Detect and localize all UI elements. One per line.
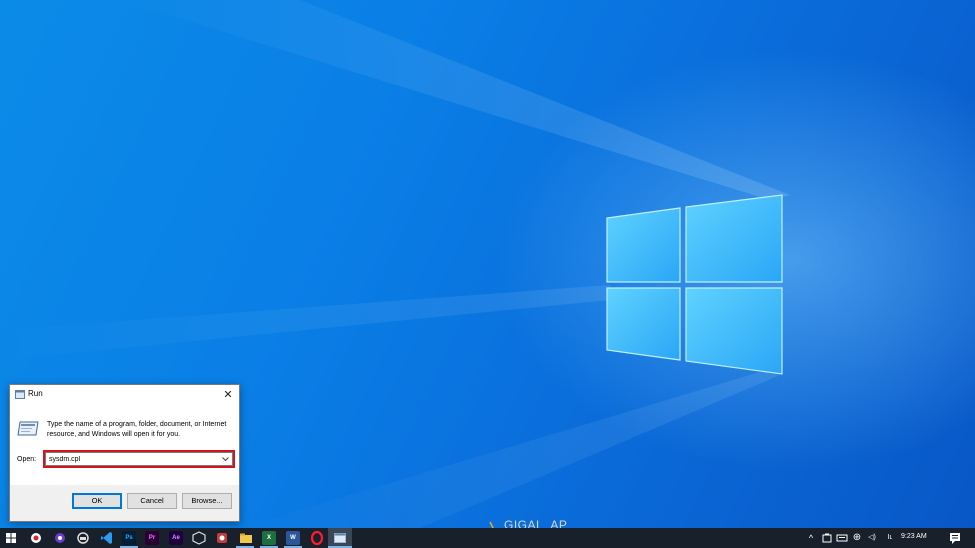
run-dialog-title: Run: [28, 389, 43, 398]
run-app-icon: [15, 390, 25, 399]
network-globe-icon[interactable]: ⊕: [849, 530, 865, 546]
notification-center-icon[interactable]: [947, 530, 963, 546]
chevron-up-icon[interactable]: ^: [803, 530, 819, 546]
excel-icon[interactable]: X: [262, 531, 276, 545]
word-icon[interactable]: W: [286, 531, 300, 545]
run-app-icon: [334, 533, 346, 543]
cancel-button[interactable]: Cancel: [127, 493, 177, 509]
record-app-icon[interactable]: [28, 530, 44, 546]
run-dialog-titlebar[interactable]: Run ✕: [10, 385, 239, 405]
run-taskbar-button[interactable]: [328, 528, 352, 548]
run-dialog: Run ✕ Type the name of a program, folder…: [9, 384, 240, 522]
close-icon[interactable]: ✕: [217, 385, 239, 405]
opera-icon[interactable]: [309, 530, 325, 546]
paint-app-icon[interactable]: [214, 530, 230, 546]
ok-button[interactable]: OK: [72, 493, 122, 509]
battery-icon[interactable]: [819, 530, 835, 546]
red-highlight-box: [43, 450, 235, 468]
run-program-icon: [17, 421, 39, 436]
run-dialog-body: Type the name of a program, folder, docu…: [10, 405, 239, 485]
box-app-icon[interactable]: [191, 530, 207, 546]
windows-logo-graphic: [606, 194, 783, 375]
file-explorer-icon[interactable]: [238, 530, 254, 546]
taskbar: Ps Pr Ae X W ^ ⊕ ◁) Iʟ 9:23 AM: [0, 528, 975, 548]
photoshop-icon[interactable]: Ps: [122, 531, 136, 545]
volume-icon[interactable]: ◁): [864, 530, 880, 546]
cloud-app-icon[interactable]: [75, 530, 91, 546]
open-label: Open:: [17, 456, 37, 463]
input-method-indicator[interactable]: Iʟ: [882, 530, 898, 546]
premiere-icon[interactable]: Pr: [145, 531, 159, 545]
browse-button[interactable]: Browse...: [182, 493, 232, 509]
media-app-icon[interactable]: [52, 530, 68, 546]
vscode-icon[interactable]: [98, 530, 114, 546]
run-description: Type the name of a program, folder, docu…: [47, 421, 227, 438]
keyboard-icon[interactable]: [834, 530, 850, 546]
start-windows-icon[interactable]: [3, 530, 19, 546]
taskbar-clock[interactable]: 9:23 AM: [901, 533, 927, 540]
after-effects-icon[interactable]: Ae: [169, 531, 183, 545]
